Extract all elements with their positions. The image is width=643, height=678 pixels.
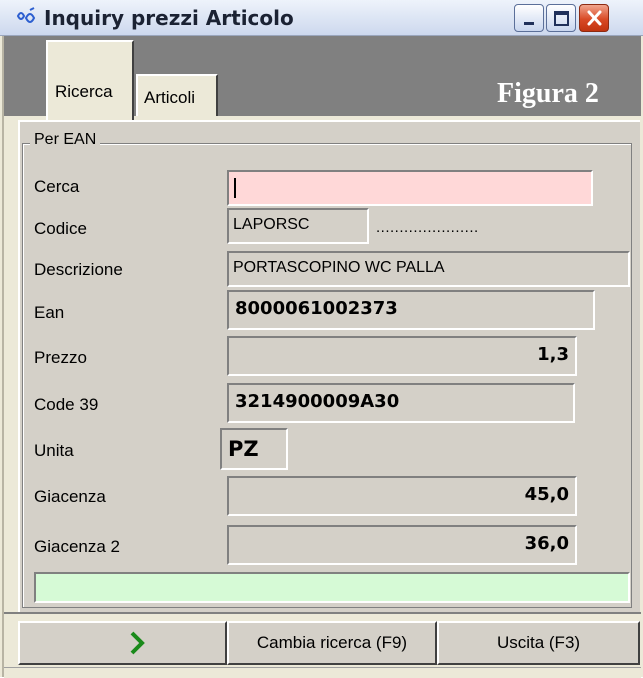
- label-giacenza: Giacenza: [34, 487, 106, 506]
- ean-field: 8000061002373: [227, 290, 595, 330]
- close-icon: [587, 10, 602, 26]
- maximize-icon: [554, 11, 569, 26]
- title-bar[interactable]: Inquiry prezzi Articolo: [0, 0, 643, 36]
- window-bottom: [4, 667, 641, 678]
- label-giacenza2: Giacenza 2: [34, 537, 120, 556]
- status-bar: [34, 572, 630, 603]
- tab-ricerca[interactable]: Ricerca: [46, 40, 134, 120]
- label-cerca: Cerca: [34, 177, 80, 196]
- codice-extra: ......................: [376, 219, 479, 236]
- chevron-right-icon: [130, 631, 145, 655]
- app-window: Inquiry prezzi Articolo Ricerca Articoli…: [0, 0, 643, 678]
- label-ean: Ean: [34, 303, 65, 322]
- maximize-button[interactable]: [546, 4, 576, 32]
- minimize-button[interactable]: [514, 4, 544, 32]
- label-codice: Codice: [34, 219, 87, 238]
- code39-field: 3214900009A30: [227, 383, 575, 423]
- label-prezzo: Prezzo: [34, 348, 87, 367]
- label-code39: Code 39: [34, 395, 99, 414]
- giacenza2-field: 36,0: [227, 525, 577, 565]
- figure-label: Figura 2: [497, 78, 599, 109]
- label-descrizione: Descrizione: [34, 260, 123, 279]
- divider: [4, 612, 641, 614]
- cambia-ricerca-button[interactable]: Cambia ricerca (F9): [227, 621, 437, 665]
- label-unita: Unita: [34, 441, 74, 460]
- codice-field: LAPORSC: [227, 208, 369, 244]
- unita-field: PZ: [220, 428, 288, 470]
- close-button[interactable]: [579, 4, 609, 32]
- search-input[interactable]: [227, 170, 593, 206]
- tab-articoli[interactable]: Articoli: [136, 74, 218, 116]
- giacenza-field: 45,0: [227, 476, 577, 516]
- tab-ricerca-label: Ricerca: [55, 82, 113, 101]
- app-logo-icon: [16, 7, 36, 23]
- group-title: Per EAN: [30, 131, 101, 149]
- next-button[interactable]: [18, 621, 227, 665]
- descrizione-field: PORTASCOPINO WC PALLA: [227, 251, 630, 287]
- text-caret: [234, 178, 236, 198]
- minimize-icon: [524, 22, 534, 25]
- uscita-button[interactable]: Uscita (F3): [437, 621, 640, 665]
- prezzo-field: 1,3: [227, 336, 577, 376]
- tab-articoli-label: Articoli: [144, 88, 196, 107]
- window-title: Inquiry prezzi Articolo: [44, 6, 294, 30]
